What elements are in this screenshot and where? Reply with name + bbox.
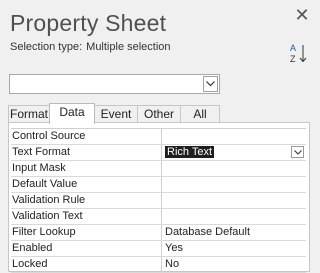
property-label: Validation Rule [11,193,162,208]
tab-format[interactable]: Format [8,105,50,123]
object-selector-combo[interactable] [9,74,220,94]
svg-text:A: A [290,43,296,53]
property-label: Locked [11,257,162,272]
tab-data[interactable]: Data [49,103,95,124]
property-row[interactable]: Validation Rule [11,193,306,209]
tab-other[interactable]: Other [137,105,181,123]
property-value[interactable] [165,129,306,144]
property-row[interactable]: Locked No [11,257,306,273]
property-row[interactable]: Enabled Yes [11,241,306,257]
property-value[interactable]: Yes [165,241,306,256]
selection-type-value: Multiple selection [86,41,171,53]
property-label: Default Value [11,177,162,192]
tab-all[interactable]: All [180,105,220,123]
property-value[interactable]: No [165,257,306,272]
chevron-down-icon[interactable] [203,76,218,92]
tab-event[interactable]: Event [94,105,138,123]
property-row[interactable]: Validation Text [11,209,306,225]
property-row[interactable]: Input Mask [11,161,306,177]
selection-type: Selection type: Multiple selection [10,41,171,53]
property-row[interactable]: Default Value [11,177,306,193]
property-value[interactable]: Rich Text [165,145,306,160]
property-grid: Control Source Text Format Rich Text Inp… [11,128,306,273]
property-row[interactable]: Text Format Rich Text [11,145,306,161]
panel-title: Property Sheet [10,10,167,36]
close-icon[interactable]: ✕ [293,6,311,24]
property-row[interactable]: Control Source [11,129,306,145]
tab-strip: Format Data Event Other All [8,103,318,124]
property-label: Control Source [11,129,162,144]
property-value[interactable] [165,193,306,208]
property-value[interactable] [165,177,306,192]
property-label: Validation Text [11,209,162,224]
property-label: Enabled [11,241,162,256]
property-value-text: Rich Text [165,146,215,158]
property-value[interactable]: Database Default [165,225,306,240]
property-value[interactable] [165,209,306,224]
selection-type-label: Selection type: [10,41,83,53]
property-value[interactable] [165,161,306,176]
property-label: Input Mask [11,161,162,176]
chevron-down-icon[interactable] [291,146,304,158]
property-label: Text Format [11,145,162,160]
property-label: Filter Lookup [11,225,162,240]
property-row[interactable]: Filter Lookup Database Default [11,225,306,241]
svg-text:Z: Z [290,54,296,64]
sort-az-icon[interactable]: A Z [289,42,309,64]
